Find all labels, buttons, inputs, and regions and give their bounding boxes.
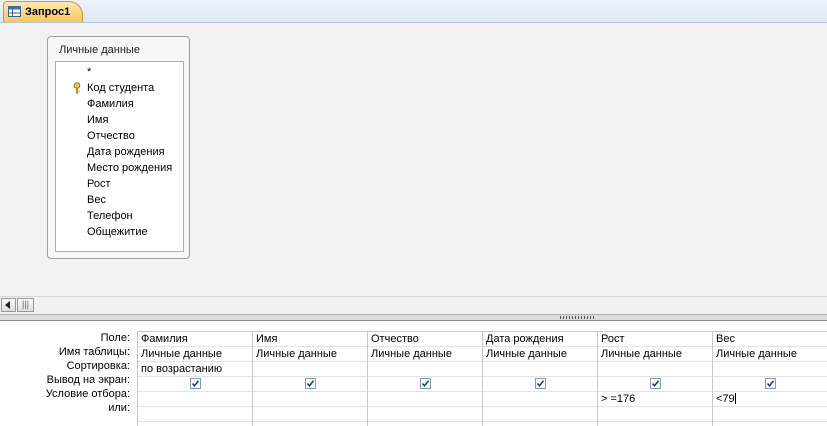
row-label-criteria: Условие отбора:: [45, 388, 130, 400]
field-cell[interactable]: Фамилия: [138, 332, 252, 347]
query-icon: [8, 6, 21, 17]
or-cell[interactable]: [253, 407, 367, 422]
table-cell[interactable]: Личные данные: [598, 347, 712, 362]
checkmark-icon: [536, 380, 545, 388]
table-title[interactable]: Личные данные: [59, 44, 140, 56]
show-checkbox[interactable]: [305, 378, 316, 389]
field-item-all[interactable]: *: [87, 64, 91, 80]
criteria-cell[interactable]: [253, 392, 367, 407]
criteria-cell[interactable]: [368, 392, 482, 407]
show-checkbox[interactable]: [535, 378, 546, 389]
show-checkbox[interactable]: [650, 378, 661, 389]
query-design-grid: Поле: Имя таблицы: Сортировка: Вывод на …: [0, 321, 827, 426]
grid-column-birth-date[interactable]: Дата рождения Личные данные: [482, 332, 597, 426]
show-cell: [483, 377, 597, 392]
pane-splitter[interactable]: [0, 314, 827, 321]
field-item-height[interactable]: Рост: [87, 176, 111, 192]
show-checkbox[interactable]: [420, 378, 431, 389]
show-cell: [253, 377, 367, 392]
table-cell[interactable]: Личные данные: [138, 347, 252, 362]
row-label-table: Имя таблицы:: [58, 346, 130, 358]
field-item-student-id[interactable]: Код студента: [87, 80, 154, 96]
field-item-birth-date[interactable]: Дата рождения: [87, 144, 165, 160]
tab-query1[interactable]: Запрос1: [3, 1, 83, 22]
sort-cell[interactable]: [253, 362, 367, 377]
table-cell[interactable]: Личные данные: [368, 347, 482, 362]
text-caret: [734, 393, 736, 404]
criteria-value: <79: [716, 393, 735, 405]
arrow-left-icon: [5, 301, 10, 309]
table-cell[interactable]: Личные данные: [713, 347, 827, 362]
field-list[interactable]: * Код студента Фамилия Имя Отчество Дата…: [55, 61, 184, 252]
splitter-grip-icon: [560, 316, 596, 319]
show-cell: [138, 377, 252, 392]
or-cell[interactable]: [138, 407, 252, 422]
or-cell[interactable]: [598, 407, 712, 422]
table-design-area[interactable]: Личные данные * Код студента Фамилия Имя…: [0, 23, 827, 296]
or-cell[interactable]: [368, 407, 482, 422]
document-tab-bar: Запрос1: [0, 0, 827, 23]
field-item-phone[interactable]: Телефон: [87, 208, 133, 224]
checkmark-icon: [421, 380, 430, 388]
scroll-thumb[interactable]: |||: [17, 298, 34, 312]
field-item-dormitory[interactable]: Общежитие: [87, 224, 148, 240]
field-item-patronymic[interactable]: Отчество: [87, 128, 135, 144]
table-field-list-window[interactable]: Личные данные * Код студента Фамилия Имя…: [47, 36, 190, 259]
checkmark-icon: [191, 380, 200, 388]
show-checkbox[interactable]: [765, 378, 776, 389]
row-label-show: Вывод на экран:: [46, 374, 130, 386]
row-label-field: Поле:: [100, 332, 130, 344]
table-cell[interactable]: Личные данные: [483, 347, 597, 362]
grid-column-weight[interactable]: Вес Личные данные <79: [712, 332, 827, 426]
field-cell[interactable]: Отчество: [368, 332, 482, 347]
sort-cell[interactable]: [483, 362, 597, 377]
field-item-weight[interactable]: Вес: [87, 192, 106, 208]
scroll-left-button[interactable]: [1, 298, 16, 312]
sort-cell[interactable]: [368, 362, 482, 377]
grid-column-patronymic[interactable]: Отчество Личные данные: [367, 332, 482, 426]
horizontal-scrollbar[interactable]: |||: [0, 296, 827, 314]
criteria-cell[interactable]: [138, 392, 252, 407]
row-label-or: или:: [108, 402, 130, 414]
grid-column-surname[interactable]: Фамилия Личные данные по возрастанию: [137, 332, 252, 426]
criteria-cell[interactable]: > =176: [598, 392, 712, 407]
criteria-cell[interactable]: [483, 392, 597, 407]
primary-key-icon: [73, 82, 81, 94]
grid-column-height[interactable]: Рост Личные данные > =176: [597, 332, 712, 426]
grid-columns: Фамилия Личные данные по возрастанию Имя…: [137, 331, 827, 426]
sort-cell[interactable]: [598, 362, 712, 377]
tab-label: Запрос1: [25, 6, 71, 18]
grid-column-name[interactable]: Имя Личные данные: [252, 332, 367, 426]
show-cell: [598, 377, 712, 392]
grid-row-labels: Поле: Имя таблицы: Сортировка: Вывод на …: [0, 331, 136, 415]
or-cell[interactable]: [713, 407, 827, 422]
field-item-name[interactable]: Имя: [87, 112, 108, 128]
field-cell[interactable]: Имя: [253, 332, 367, 347]
sort-cell[interactable]: по возрастанию: [138, 362, 252, 377]
row-label-sort: Сортировка:: [66, 360, 130, 372]
field-cell[interactable]: Рост: [598, 332, 712, 347]
field-item-surname[interactable]: Фамилия: [87, 96, 134, 112]
table-cell[interactable]: Личные данные: [253, 347, 367, 362]
sort-cell[interactable]: [713, 362, 827, 377]
show-cell: [713, 377, 827, 392]
field-cell[interactable]: Вес: [713, 332, 827, 347]
field-item-birth-place[interactable]: Место рождения: [87, 160, 172, 176]
show-checkbox[interactable]: [190, 378, 201, 389]
checkmark-icon: [306, 380, 315, 388]
field-cell[interactable]: Дата рождения: [483, 332, 597, 347]
checkmark-icon: [766, 380, 775, 388]
show-cell: [368, 377, 482, 392]
checkmark-icon: [651, 380, 660, 388]
or-cell[interactable]: [483, 407, 597, 422]
criteria-cell-active[interactable]: <79: [713, 392, 827, 407]
